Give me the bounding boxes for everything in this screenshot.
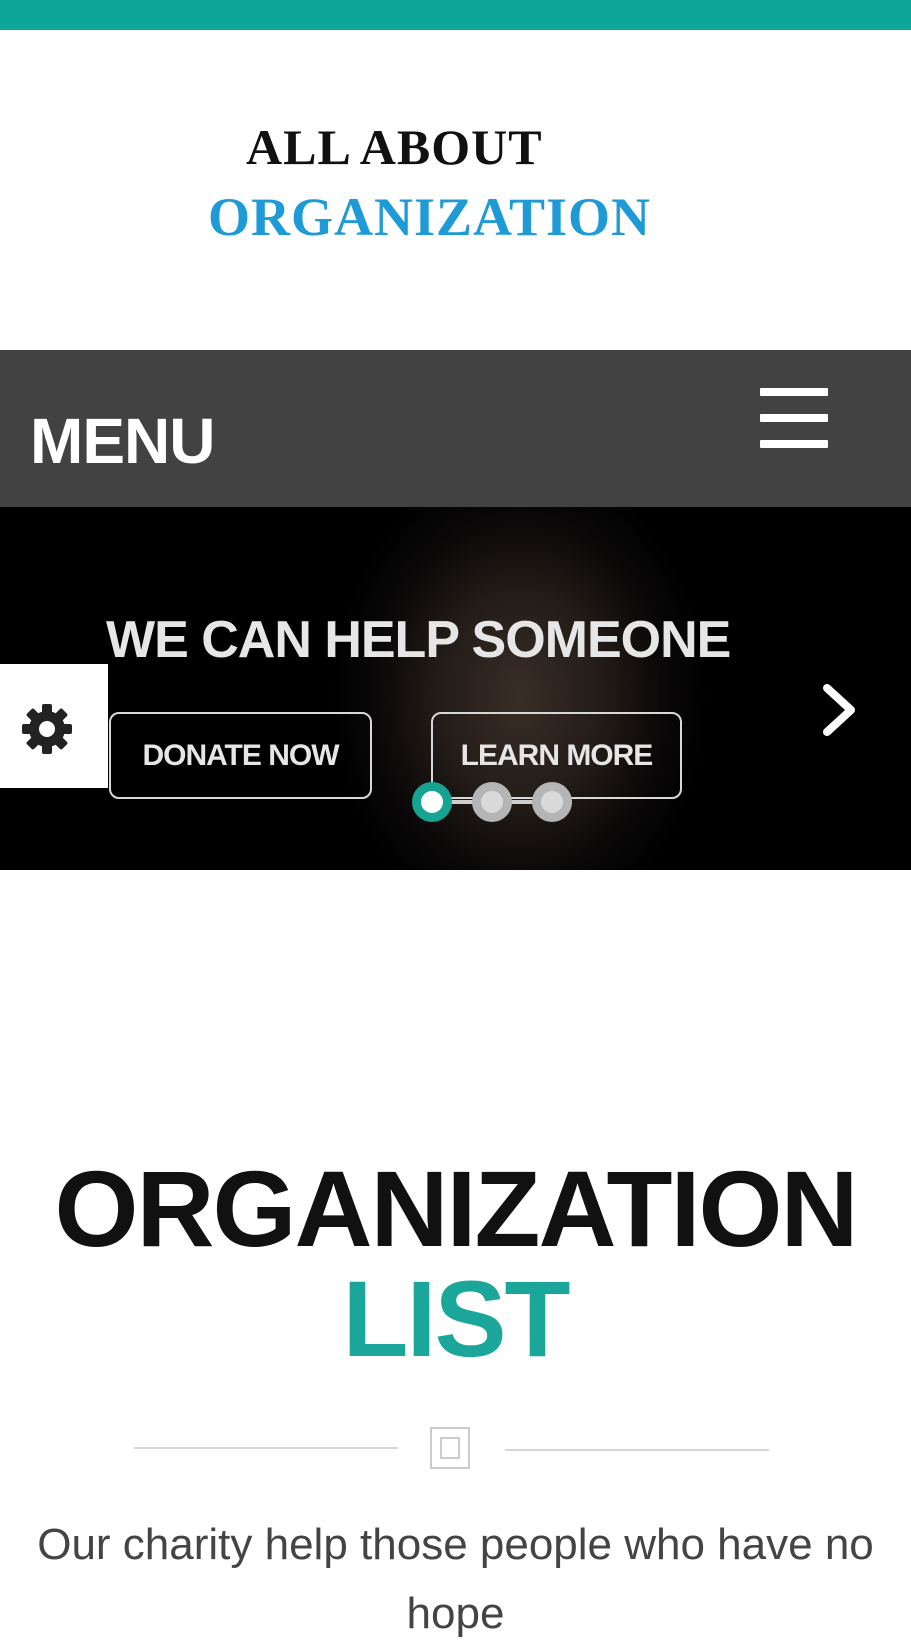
menu-label[interactable]: MENU — [30, 404, 215, 478]
logo-line-2[interactable]: ORGANIZATION — [208, 186, 651, 248]
hero-slider — [0, 507, 911, 870]
section-title-accent: LIST — [342, 1258, 571, 1379]
slider-dot-2[interactable] — [472, 782, 512, 822]
hamburger-icon[interactable] — [758, 385, 830, 451]
divider-line-right — [505, 1449, 769, 1451]
donate-now-button[interactable]: DONATE NOW — [109, 712, 372, 799]
slider-dot-3[interactable] — [532, 782, 572, 822]
logo-line-1[interactable]: ALL ABOUT — [246, 118, 543, 176]
divider-square-icon — [430, 1427, 470, 1469]
top-accent-strip — [0, 0, 911, 30]
divider-line-left — [134, 1447, 398, 1449]
gear-icon[interactable] — [20, 702, 74, 756]
hero-title: WE CAN HELP SOMEONE — [106, 611, 731, 669]
section-title: ORGANIZATION — [54, 1148, 859, 1269]
slider-dot-1[interactable] — [412, 782, 452, 822]
chevron-right-icon[interactable] — [815, 682, 863, 738]
section-description: Our charity help those people who have n… — [37, 1520, 874, 1638]
